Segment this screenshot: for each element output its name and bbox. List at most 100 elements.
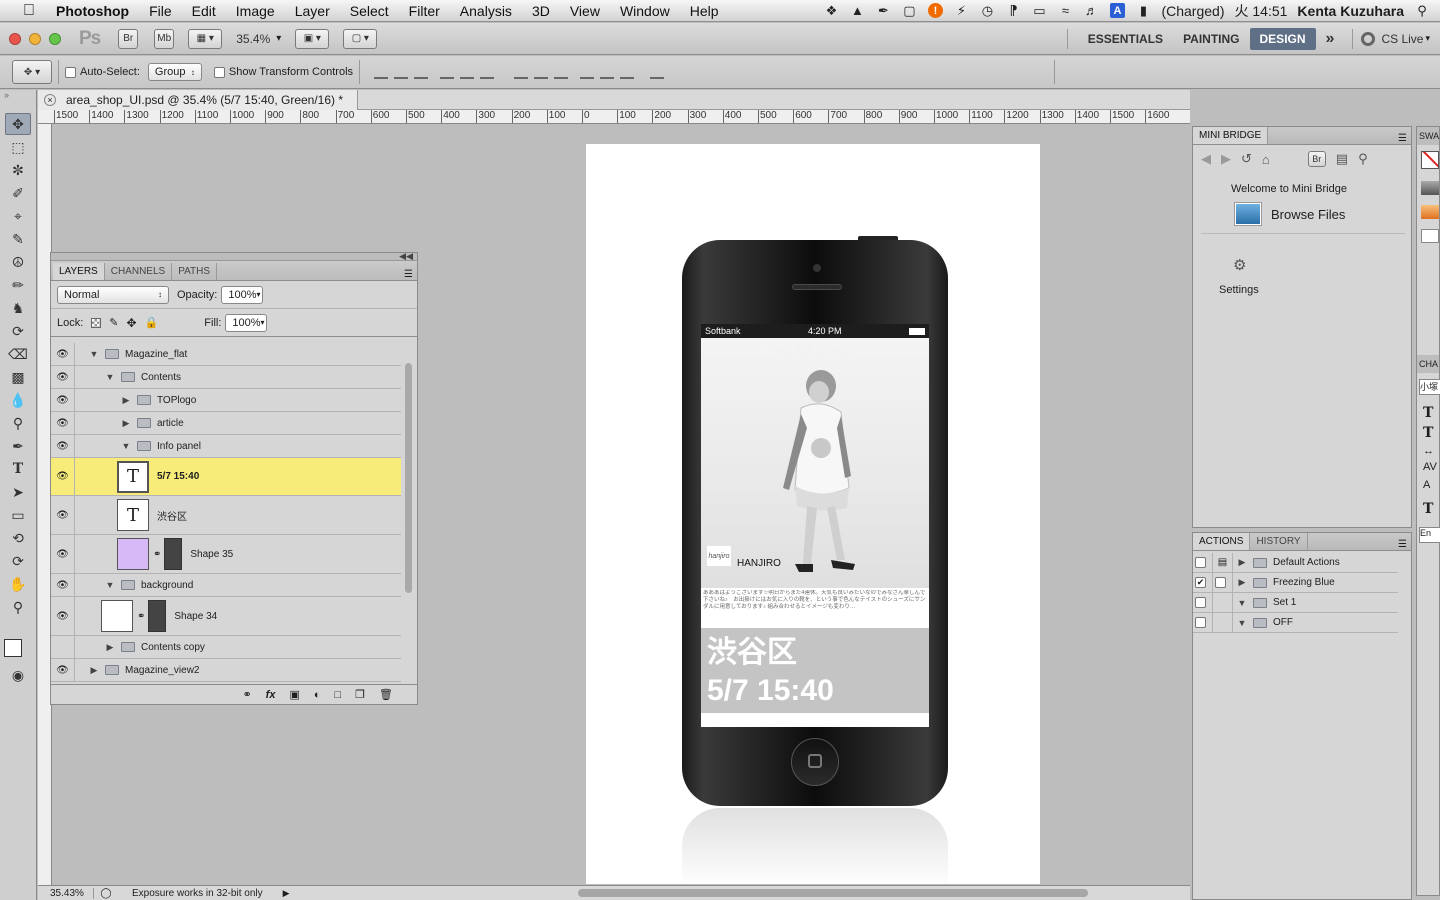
blend-mode-select[interactable]: Normal ↕ bbox=[57, 285, 169, 304]
kerning-icon[interactable]: AV bbox=[1423, 461, 1439, 473]
quick-mask-icon[interactable]: ◉ bbox=[5, 664, 31, 686]
visibility-eye-icon[interactable]: 👁 bbox=[51, 496, 75, 534]
move-tool-preset-button[interactable]: ✥ ▾ bbox=[12, 60, 52, 84]
horizontal-ruler[interactable]: 1500 1400 1300 1200 1100 1000 900 800 700 600 500 4… bbox=[38, 110, 1190, 124]
chevron-down-icon[interactable]: ▾ bbox=[276, 33, 281, 44]
type-color-icon[interactable]: T bbox=[1423, 501, 1439, 517]
menu-photoshop[interactable]: Photoshop bbox=[46, 3, 139, 19]
visibility-eye-icon[interactable]: 👁 bbox=[51, 659, 75, 681]
tab-mini-bridge[interactable]: MINI BRIDGE bbox=[1193, 127, 1269, 144]
layer-row[interactable]: 👁 ⚭ Shape 34 bbox=[51, 597, 401, 636]
pen-tool-icon[interactable]: ✒ bbox=[5, 435, 31, 457]
menu-image[interactable]: Image bbox=[226, 3, 285, 19]
visibility-eye-icon[interactable]: 👁 bbox=[51, 435, 75, 457]
document-tab[interactable]: × area_shop_UI.psd @ 35.4% (5/7 15:40, G… bbox=[38, 89, 359, 110]
auto-select-checkbox[interactable] bbox=[65, 66, 76, 78]
chevron-right-icon[interactable]: ▶ bbox=[1237, 557, 1247, 568]
time-machine-icon[interactable]: ◷ bbox=[979, 3, 995, 19]
mini-bridge-button[interactable]: Mb bbox=[154, 28, 175, 49]
layer-row[interactable]: 👁 ▼ Info panel bbox=[51, 435, 401, 458]
menu-help[interactable]: Help bbox=[680, 3, 729, 19]
brush-tool-icon[interactable]: ✏ bbox=[5, 274, 31, 296]
stamp-tool-icon[interactable]: ♞ bbox=[5, 297, 31, 319]
swatch-none-icon[interactable] bbox=[1421, 151, 1439, 169]
back-arrow-icon[interactable]: ◀ bbox=[1201, 151, 1211, 167]
distribute-vcenter-icon[interactable] bbox=[534, 65, 549, 79]
menu-filter[interactable]: Filter bbox=[399, 3, 450, 19]
new-group-icon[interactable]: □ bbox=[335, 689, 342, 701]
cs-live-button[interactable]: CS Live bbox=[1381, 32, 1423, 46]
layer-row[interactable]: 👁 ⚭ Shape 35 bbox=[51, 535, 401, 574]
action-toggle-checkbox[interactable] bbox=[1195, 597, 1206, 608]
chevron-right-icon[interactable]: ▶ bbox=[89, 665, 99, 676]
action-toggle-checkbox[interactable] bbox=[1195, 617, 1206, 628]
zoom-level-select[interactable]: 35.4% bbox=[236, 32, 270, 46]
hand-tool-icon[interactable]: ✋ bbox=[5, 573, 31, 595]
tab-actions[interactable]: ACTIONS bbox=[1193, 533, 1251, 550]
launch-bridge-button[interactable]: Br bbox=[1307, 151, 1326, 167]
chevron-right-icon[interactable]: ▶ bbox=[105, 642, 115, 653]
opacity-input[interactable]: 100% ▾ bbox=[221, 285, 264, 304]
tab-layers[interactable]: LAYERS bbox=[53, 263, 105, 280]
shape-tool-icon[interactable]: ▭ bbox=[5, 504, 31, 526]
swatch-white[interactable] bbox=[1421, 229, 1439, 243]
panel-collapse-icon[interactable]: » bbox=[0, 90, 36, 102]
quick-select-tool-icon[interactable]: ✐ bbox=[5, 182, 31, 204]
action-toggle-checkbox[interactable]: ✔ bbox=[1195, 577, 1206, 588]
volume-icon[interactable]: ♬ bbox=[1083, 3, 1099, 19]
arrange-documents-button[interactable]: ▣ ▾ bbox=[295, 28, 330, 49]
layer-style-icon[interactable]: fx bbox=[266, 689, 276, 701]
layer-row[interactable]: 👁 ▼ Contents bbox=[51, 366, 401, 389]
home-icon[interactable]: ⌂ bbox=[1262, 152, 1270, 167]
zoom-tool-icon[interactable]: ⚲ bbox=[5, 596, 31, 618]
crop-tool-icon[interactable]: ⌖ bbox=[5, 205, 31, 227]
path-selection-tool-icon[interactable]: ➤ bbox=[5, 481, 31, 503]
visibility-eye-icon[interactable]: 👁 bbox=[51, 574, 75, 596]
adjustment-layer-icon[interactable]: ◐ bbox=[314, 689, 321, 701]
tracking-icon[interactable]: ↔ bbox=[1423, 445, 1439, 457]
layers-scrollbar[interactable] bbox=[405, 363, 412, 593]
status-menu-arrow-icon[interactable]: ▶ bbox=[283, 888, 290, 899]
lock-pixels-icon[interactable]: ✎ bbox=[109, 316, 118, 329]
workspace-essentials[interactable]: ESSENTIALS bbox=[1078, 28, 1173, 50]
drive-icon[interactable]: ▲ bbox=[849, 3, 865, 19]
auto-align-icon[interactable] bbox=[650, 65, 665, 79]
swatch-gray[interactable] bbox=[1421, 181, 1439, 195]
language-field[interactable]: En bbox=[1419, 527, 1440, 543]
zoom-window-button[interactable] bbox=[49, 32, 61, 45]
menu-select[interactable]: Select bbox=[340, 3, 399, 19]
gradient-tool-icon[interactable]: ▩ bbox=[5, 366, 31, 388]
menu-view[interactable]: View bbox=[560, 3, 610, 19]
baseline-icon[interactable]: A bbox=[1423, 479, 1439, 491]
minimize-window-button[interactable] bbox=[29, 32, 41, 45]
layer-row[interactable]: 👁 ▶ article bbox=[51, 412, 401, 435]
distribute-left-icon[interactable] bbox=[580, 65, 595, 79]
close-window-button[interactable] bbox=[9, 32, 21, 45]
window-tray-icon[interactable]: ▢ bbox=[901, 3, 917, 19]
chevron-right-icon[interactable]: ▶ bbox=[121, 418, 131, 429]
align-bottom-icon[interactable] bbox=[414, 65, 429, 79]
healing-brush-tool-icon[interactable]: ☮ bbox=[5, 251, 31, 273]
align-vcenter-icon[interactable] bbox=[394, 65, 409, 79]
font-size-icon[interactable]: T bbox=[1423, 405, 1439, 421]
settings-icon[interactable]: ⚙ bbox=[1233, 256, 1411, 274]
chevron-right-icon[interactable]: ▶ bbox=[1237, 577, 1247, 588]
lock-transparency-icon[interactable] bbox=[91, 317, 102, 328]
wifi-icon[interactable]: ≈ bbox=[1057, 3, 1073, 19]
visibility-eye-icon[interactable]: 👁 bbox=[51, 389, 75, 411]
visibility-eye-icon[interactable]: 👁 bbox=[51, 535, 75, 573]
zoom-readout[interactable]: 35.43% bbox=[38, 887, 94, 899]
layer-row[interactable]: ▶ Contents copy bbox=[51, 636, 401, 659]
menu-file[interactable]: File bbox=[139, 3, 182, 19]
recent-folders-icon[interactable]: ↺ bbox=[1241, 151, 1252, 167]
distribute-right-icon[interactable] bbox=[620, 65, 635, 79]
tab-paths[interactable]: PATHS bbox=[172, 263, 218, 280]
horizontal-scrollbar[interactable] bbox=[578, 889, 1088, 897]
bluetooth-alt-icon[interactable]: ⚡ bbox=[953, 3, 969, 19]
apple-menu-icon[interactable]:  bbox=[18, 2, 40, 20]
menu-layer[interactable]: Layer bbox=[285, 3, 340, 19]
action-set-row[interactable]: ▼ OFF bbox=[1193, 612, 1398, 633]
visibility-eye-icon[interactable]: 👁 bbox=[51, 412, 75, 434]
screen-mode-button[interactable]: ▢ ▾ bbox=[343, 28, 378, 49]
browse-files-icon[interactable] bbox=[1235, 203, 1261, 225]
